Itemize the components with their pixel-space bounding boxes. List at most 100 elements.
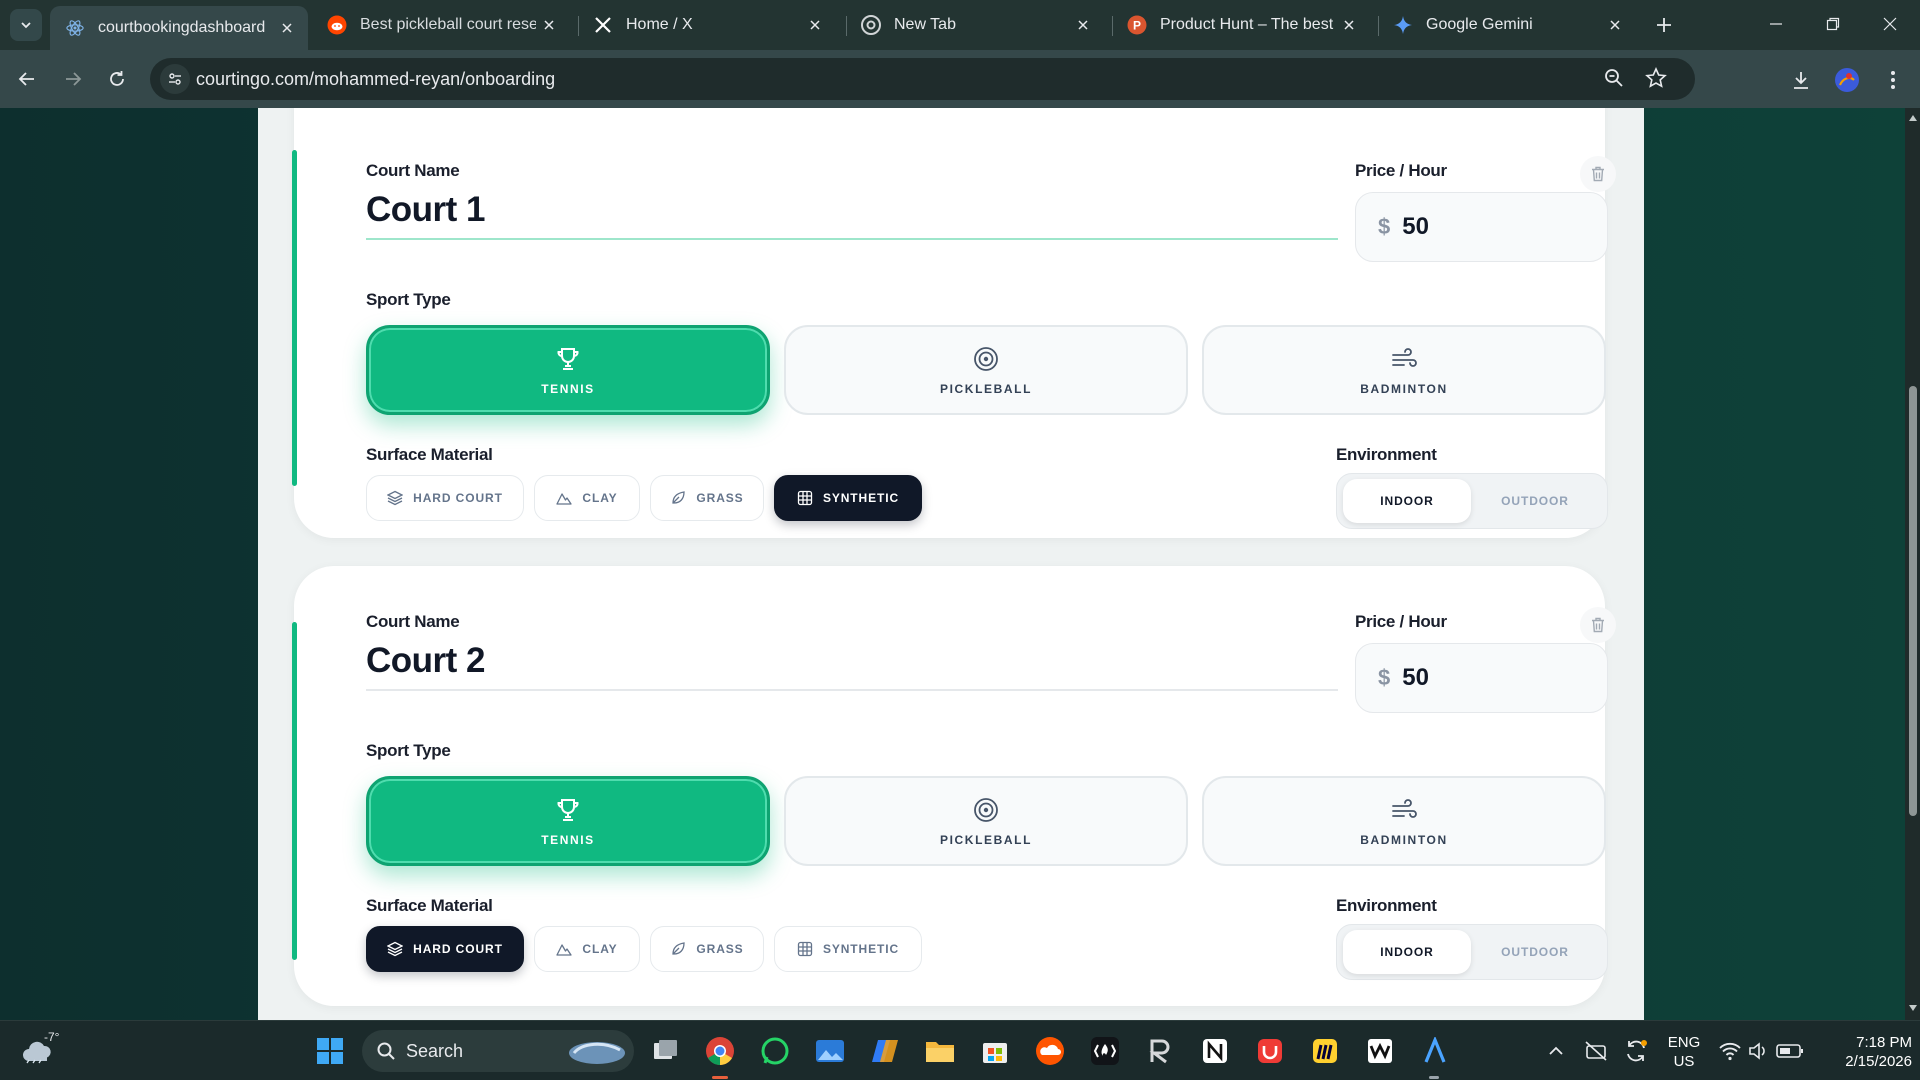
site-info-button[interactable]	[160, 64, 190, 94]
tab-title: Google Gemini	[1426, 16, 1533, 33]
taskbar-copilot[interactable]	[867, 1033, 903, 1069]
new-tab-button[interactable]	[1650, 11, 1678, 39]
downloads-button[interactable]	[1784, 63, 1818, 97]
chrome-icon	[860, 14, 882, 36]
tab-google-gemini[interactable]: Google Gemini	[1378, 6, 1636, 44]
start-button[interactable]	[312, 1033, 348, 1069]
taskbar-search-box[interactable]: Search	[362, 1030, 634, 1072]
profile-avatar[interactable]	[1830, 63, 1864, 97]
surface-option-clay[interactable]: CLAY	[534, 926, 640, 972]
clock-date: 2/15/2026	[1845, 1053, 1912, 1070]
taskbar-app-w[interactable]	[1362, 1033, 1398, 1069]
price-input[interactable]: $ 50	[1355, 643, 1608, 713]
currency-symbol: $	[1378, 214, 1391, 239]
environment-option-indoor[interactable]: INDOOR	[1343, 930, 1471, 974]
tab-courtbookingdashboard[interactable]: courtbookingdashboard	[50, 6, 308, 50]
environment-option-indoor[interactable]: INDOOR	[1343, 479, 1471, 523]
taskbar-whatsapp[interactable]	[757, 1033, 793, 1069]
price-value: 50	[1402, 213, 1429, 240]
wind-icon	[1392, 347, 1417, 367]
system-clock[interactable]: 7:18 PM 2/15/2026	[1816, 1033, 1912, 1071]
taskbar-app-r[interactable]	[1142, 1033, 1178, 1069]
grid-icon	[797, 941, 813, 957]
chrome-running-indicator	[712, 1076, 728, 1079]
taskbar-file-explorer[interactable]	[922, 1033, 958, 1069]
close-window-button[interactable]	[1862, 8, 1918, 40]
sport-option-badminton[interactable]: BADMINTON	[1202, 776, 1606, 866]
sport-option-badminton[interactable]: BADMINTON	[1202, 325, 1606, 415]
surface-option-grass[interactable]: GRASS	[650, 926, 764, 972]
task-view-button[interactable]	[648, 1033, 684, 1069]
surface-option-hard-court[interactable]: HARD COURT	[366, 926, 524, 972]
bookmark-star-icon[interactable]	[1645, 67, 1667, 89]
more-vertical-icon	[1891, 71, 1895, 89]
surface-option-hard-court[interactable]: HARD COURT	[366, 475, 524, 521]
court-card-1: Court Name Court 1 Price / Hour $ 50 Spo…	[292, 108, 1616, 538]
close-tab-icon[interactable]	[274, 15, 300, 41]
fire-app-icon	[1091, 1037, 1119, 1065]
court-name-input[interactable]: Court 2	[366, 641, 486, 681]
search-placeholder: Search	[406, 1040, 464, 1061]
taskbar-photos[interactable]	[812, 1033, 848, 1069]
taskbar-miro[interactable]	[1307, 1033, 1343, 1069]
environment-option-outdoor[interactable]: OUTDOOR	[1471, 479, 1599, 523]
taskbar-chrome[interactable]	[702, 1033, 738, 1069]
back-button[interactable]	[10, 62, 44, 96]
sport-option-pickleball[interactable]: PICKLEBALL	[784, 325, 1188, 415]
surface-option-grass[interactable]: GRASS	[650, 475, 764, 521]
forward-button[interactable]	[56, 62, 90, 96]
taskbar-app-arc[interactable]	[1417, 1033, 1453, 1069]
environment-option-outdoor[interactable]: OUTDOOR	[1471, 930, 1599, 974]
delete-court-button[interactable]	[1580, 607, 1616, 643]
minimize-window-button[interactable]	[1748, 8, 1804, 40]
restore-window-button[interactable]	[1805, 8, 1861, 40]
page-scrollbar[interactable]	[1905, 108, 1920, 1020]
close-tab-icon[interactable]	[1602, 12, 1628, 38]
reload-button[interactable]	[100, 62, 134, 96]
tab-x-home[interactable]: Home / X	[578, 6, 836, 44]
scrollbar-thumb[interactable]	[1909, 386, 1917, 816]
court-name-input[interactable]: Court 1	[366, 190, 486, 230]
price-input[interactable]: $ 50	[1355, 192, 1608, 262]
tab-reddit[interactable]: Best pickleball court reserv	[312, 6, 570, 44]
sport-option-pickleball[interactable]: PICKLEBALL	[784, 776, 1188, 866]
reload-icon	[110, 71, 124, 86]
surface-option-clay[interactable]: CLAY	[534, 475, 640, 521]
close-tab-icon[interactable]	[536, 12, 562, 38]
taskbar-notion[interactable]	[1197, 1033, 1233, 1069]
sport-option-tennis[interactable]: TENNIS	[366, 776, 770, 866]
taskbar-app-red[interactable]	[1252, 1033, 1288, 1069]
taskbar-soundcloud[interactable]	[1032, 1033, 1068, 1069]
url-text[interactable]: courtingo.com/mohammed-reyan/onboarding	[196, 69, 555, 90]
surface-option-synthetic[interactable]: SYNTHETIC	[774, 475, 922, 521]
tray-battery[interactable]	[1772, 1033, 1808, 1069]
taskbar-app-fire[interactable]	[1087, 1033, 1123, 1069]
zoom-icon[interactable]	[1603, 67, 1625, 89]
tab-product-hunt[interactable]: P Product Hunt – The best n	[1112, 6, 1370, 44]
tray-sync[interactable]	[1618, 1033, 1654, 1069]
tab-new-tab[interactable]: New Tab	[846, 6, 1104, 44]
scroll-down-arrow-icon[interactable]	[1908, 1004, 1918, 1012]
arc-app-icon	[1424, 1037, 1446, 1063]
surface-material-label: Surface Material	[366, 445, 493, 464]
tray-network-off[interactable]	[1578, 1033, 1614, 1069]
tab-title: Product Hunt – The best n	[1160, 16, 1336, 33]
browser-menu-button[interactable]	[1876, 63, 1910, 97]
delete-court-button[interactable]	[1580, 156, 1616, 192]
close-tab-icon[interactable]	[1336, 12, 1362, 38]
show-hidden-icons-button[interactable]	[1538, 1033, 1574, 1069]
tab-search-menu-button[interactable]	[10, 9, 42, 41]
tray-volume[interactable]	[1740, 1033, 1776, 1069]
taskbar-store[interactable]	[977, 1033, 1013, 1069]
close-tab-icon[interactable]	[1070, 12, 1096, 38]
wifi-icon	[1719, 1042, 1741, 1061]
surface-option-synthetic[interactable]: SYNTHETIC	[774, 926, 922, 972]
sport-option-tennis[interactable]: TENNIS	[366, 325, 770, 415]
close-tab-icon[interactable]	[802, 12, 828, 38]
scroll-up-arrow-icon[interactable]	[1908, 114, 1918, 122]
address-bar[interactable]: courtingo.com/mohammed-reyan/onboarding	[150, 58, 1695, 100]
clock-time: 7:18 PM	[1856, 1034, 1912, 1051]
x-logo-icon	[592, 14, 614, 36]
court-name-label: Court Name	[366, 161, 460, 180]
input-language[interactable]: ENG US	[1664, 1033, 1704, 1071]
